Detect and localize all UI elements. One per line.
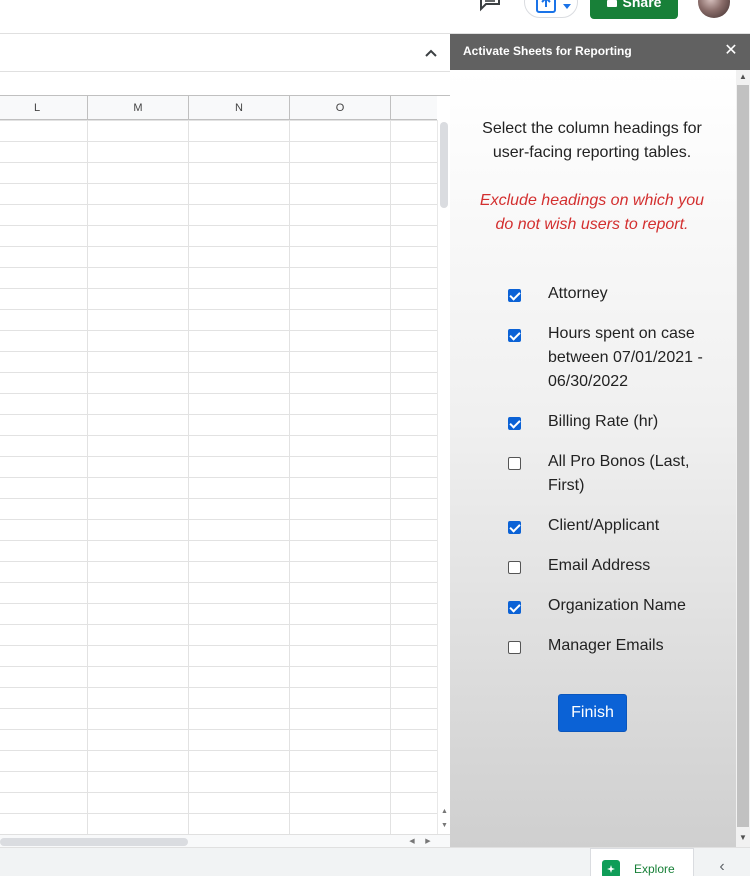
column-headers: L M N O xyxy=(0,96,437,120)
grid-vertical-scrollbar[interactable]: ▲ ▼ xyxy=(437,120,450,834)
chevron-up-icon[interactable] xyxy=(422,44,440,62)
grid-line xyxy=(188,120,189,834)
panel-scrollbar[interactable]: ▲ ▼ xyxy=(736,70,750,847)
option-label: Attorney xyxy=(548,285,608,302)
option-label: Manager Emails xyxy=(548,637,664,654)
option-label: Organization Name xyxy=(548,597,686,614)
explore-button[interactable]: Explore xyxy=(590,848,694,876)
chevron-left-icon[interactable]: ‹ xyxy=(712,858,732,876)
scroll-up-icon[interactable]: ▲ xyxy=(737,71,749,83)
toolbar-spacer xyxy=(0,72,450,96)
checkbox[interactable] xyxy=(508,601,521,614)
scroll-up-icon[interactable]: ▲ xyxy=(440,806,449,818)
comment-icon[interactable] xyxy=(478,0,504,14)
checkbox[interactable] xyxy=(508,329,521,342)
column-header[interactable]: L xyxy=(0,96,88,120)
explore-label: Explore xyxy=(634,862,675,876)
warning-text: Exclude headings on which you do not wis… xyxy=(479,192,705,233)
share-label: Share xyxy=(622,0,662,10)
panel-body: Select the column headings for user-faci… xyxy=(450,70,750,847)
scroll-down-icon[interactable]: ▼ xyxy=(737,832,749,844)
option-label: Hours spent on case between 07/01/2021 -… xyxy=(548,325,703,390)
option-label: All Pro Bonos (Last, First) xyxy=(548,453,690,494)
chevron-down-icon xyxy=(563,0,571,15)
checkbox[interactable] xyxy=(508,289,521,302)
option-label: Billing Rate (hr) xyxy=(548,413,659,430)
column-header[interactable]: O xyxy=(290,96,391,120)
option-label: Client/Applicant xyxy=(548,517,660,534)
checkbox[interactable] xyxy=(508,641,521,654)
column-header[interactable] xyxy=(391,96,437,120)
close-icon[interactable]: ✕ xyxy=(722,42,740,60)
lock-icon xyxy=(606,0,617,10)
checkbox[interactable] xyxy=(508,457,521,470)
scroll-down-icon[interactable]: ▼ xyxy=(440,820,449,832)
app-window: Share L M N O ▲ ▼ ◀ ▶ Explore ‹ Activate… xyxy=(0,0,750,876)
avatar[interactable] xyxy=(698,0,730,18)
scrollbar-thumb[interactable] xyxy=(440,122,448,208)
grid-line xyxy=(289,120,290,834)
spreadsheet-grid[interactable]: L M N O xyxy=(0,96,437,834)
grid-line xyxy=(390,120,391,834)
checkbox[interactable] xyxy=(508,417,521,430)
formula-bar xyxy=(0,34,450,72)
column-header[interactable]: M xyxy=(88,96,189,120)
intro-text: Select the column headings for user-faci… xyxy=(482,120,702,161)
sidebar-panel: Activate Sheets for Reporting ✕ Select t… xyxy=(450,34,750,847)
scrollbar-thumb[interactable] xyxy=(0,838,188,846)
share-button[interactable]: Share xyxy=(590,0,678,19)
grid-cells[interactable] xyxy=(0,120,437,834)
grid-line xyxy=(87,120,88,834)
checkbox[interactable] xyxy=(508,521,521,534)
scrollbar-thumb[interactable] xyxy=(737,85,749,827)
option-label: Email Address xyxy=(548,557,651,574)
grid-horizontal-scrollbar[interactable]: ◀ ▶ xyxy=(0,834,450,847)
bottom-bar: Explore ‹ xyxy=(0,847,750,876)
panel-header: Activate Sheets for Reporting ✕ xyxy=(450,34,750,70)
column-header[interactable]: N xyxy=(189,96,290,120)
checkbox[interactable] xyxy=(508,561,521,574)
panel-title: Activate Sheets for Reporting xyxy=(463,44,632,58)
new-icon xyxy=(536,0,558,18)
top-bar: Share xyxy=(0,0,750,34)
finish-button[interactable]: Finish xyxy=(558,694,627,732)
explore-icon xyxy=(602,860,620,876)
new-item-button[interactable] xyxy=(524,0,578,18)
